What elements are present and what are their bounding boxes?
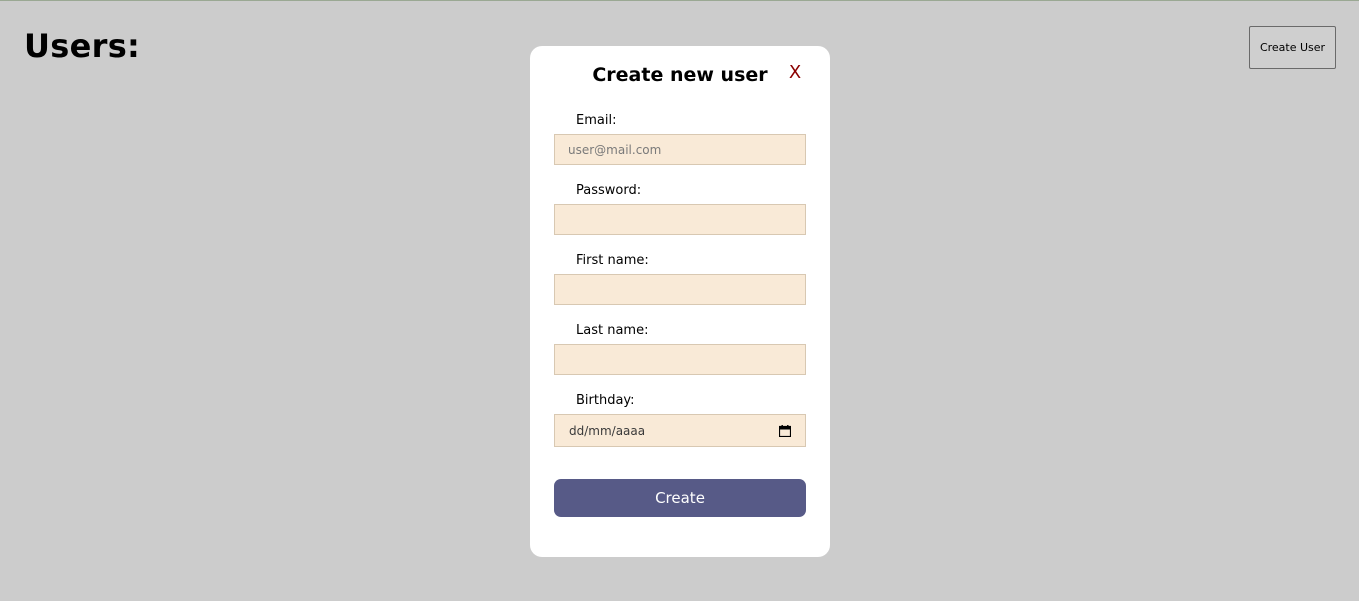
last-name-field[interactable]	[554, 344, 806, 375]
first-name-field[interactable]	[554, 274, 806, 305]
create-submit-button[interactable]: Create	[554, 479, 806, 517]
users-page: Users: Create User Create new user X Ema…	[0, 0, 1359, 601]
create-user-modal: Create new user X Email: Password: First…	[530, 46, 830, 557]
birthday-placeholder: dd/mm/aaaa	[569, 423, 646, 438]
birthday-field[interactable]: dd/mm/aaaa	[554, 414, 806, 447]
email-field[interactable]	[554, 134, 806, 165]
calendar-icon[interactable]	[779, 424, 791, 437]
page-title: Users:	[24, 27, 141, 65]
password-field[interactable]	[554, 204, 806, 235]
email-label: Email:	[576, 113, 617, 128]
first-name-label: First name:	[576, 253, 649, 268]
last-name-label: Last name:	[576, 323, 649, 338]
birthday-label: Birthday:	[576, 393, 635, 408]
create-user-button[interactable]: Create User	[1249, 26, 1336, 69]
password-label: Password:	[576, 183, 642, 198]
close-button[interactable]: X	[786, 62, 804, 84]
modal-title: Create new user	[592, 64, 768, 86]
